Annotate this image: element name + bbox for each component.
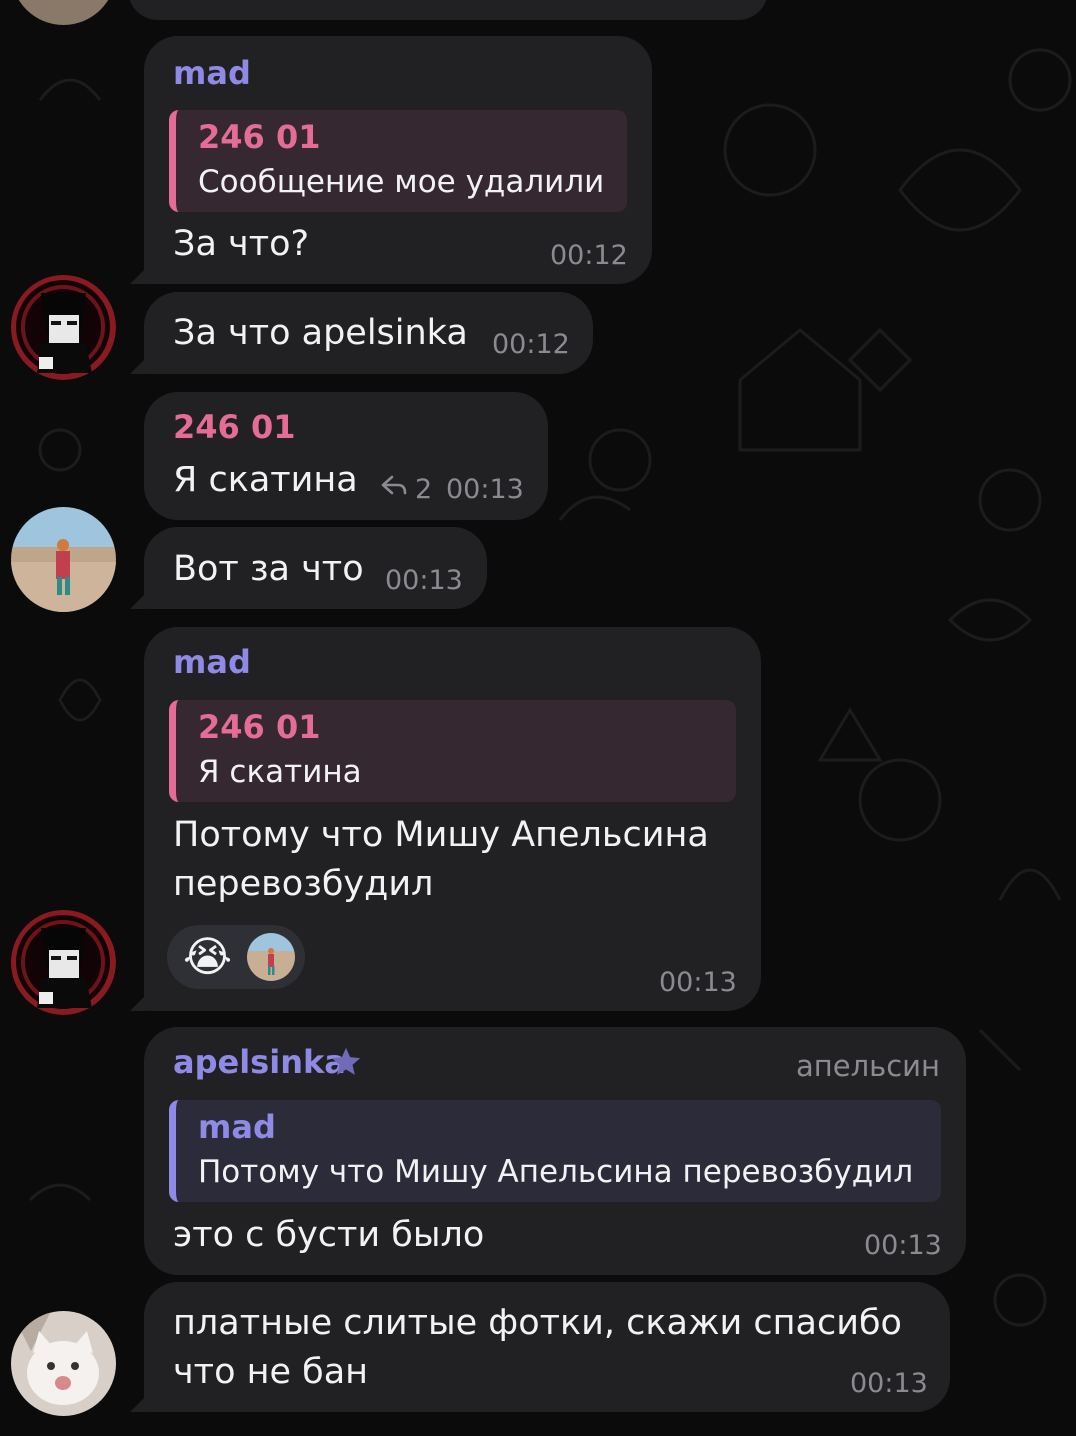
reply-quote-sender: 246 01	[198, 708, 321, 746]
message-text: За что?	[173, 224, 310, 264]
message-time: 00:13	[659, 967, 737, 998]
message-bubble[interactable]: Вот за что 00:13	[130, 527, 487, 609]
avatar[interactable]	[11, 0, 116, 25]
reply-quote-text: Потому что Мишу Апельсина перевозбудил	[198, 1154, 914, 1190]
message-time: 00:13	[864, 1230, 942, 1261]
avatar[interactable]	[11, 275, 116, 380]
reply-quote[interactable]: 246 01 Я скатина	[169, 700, 736, 802]
message-text-line: перевозбудил	[173, 864, 434, 904]
message-text-line: Потому что Мишу Апельсина	[173, 815, 709, 855]
reply-quote-sender: 246 01	[198, 118, 321, 156]
crying-emoji: 😭	[183, 932, 233, 981]
reply-quote[interactable]: 246 01 Сообщение мое удалили	[169, 110, 627, 212]
reply-quote-sender: mad	[198, 1108, 276, 1146]
message-time: 00:13	[385, 565, 463, 596]
message-sender[interactable]: mad	[173, 54, 251, 92]
message-text: Вот за что	[173, 549, 364, 589]
message-time: 00:13	[850, 1368, 928, 1399]
previous-message-bubble[interactable]	[128, 0, 768, 20]
message-text: это с бусти было	[173, 1215, 485, 1255]
message-text-line: платные слитые фотки, скажи спасибо	[173, 1303, 902, 1343]
member-badge: апельсин	[796, 1049, 940, 1083]
message-time: 00:13	[446, 474, 524, 505]
message-bubble[interactable]: mad 246 01 Я скатина Потому что Мишу Апе…	[130, 627, 761, 1011]
message-time: 00:12	[550, 240, 628, 271]
avatar[interactable]	[11, 1311, 116, 1416]
message-bubble[interactable]: mad 246 01 Сообщение мое удалили За что?…	[130, 36, 652, 284]
message-text: За что apelsinka	[173, 313, 468, 353]
message-text: Я скатина	[173, 460, 358, 500]
reply-arrow-icon[interactable]	[380, 474, 408, 498]
reply-quote-text: Сообщение мое удалили	[198, 164, 605, 200]
message-bubble[interactable]: платные слитые фотки, скажи спасибо что …	[130, 1282, 950, 1412]
avatar[interactable]	[11, 507, 116, 612]
reactor-avatar	[247, 933, 295, 981]
reaction-chip[interactable]: 😭	[167, 925, 305, 989]
avatar[interactable]	[11, 910, 116, 1015]
message-bubble[interactable]: За что apelsinka 00:12	[130, 292, 593, 374]
message-sender[interactable]: mad	[173, 643, 251, 681]
message-sender[interactable]: 246 01	[173, 408, 295, 446]
reply-quote-text: Я скатина	[198, 754, 362, 790]
reply-count[interactable]: 2	[415, 474, 432, 505]
message-bubble[interactable]: apelsinka апельсин mad Потому что Мишу А…	[144, 1027, 966, 1275]
message-text-line: что не бан	[173, 1352, 369, 1392]
message-time: 00:12	[492, 329, 570, 360]
message-sender[interactable]: apelsinka	[173, 1043, 346, 1081]
star-icon	[329, 1045, 363, 1079]
reply-quote[interactable]: mad Потому что Мишу Апельсина перевозбуд…	[169, 1100, 941, 1202]
message-bubble[interactable]: 246 01 Я скатина 2 00:13	[144, 392, 548, 520]
